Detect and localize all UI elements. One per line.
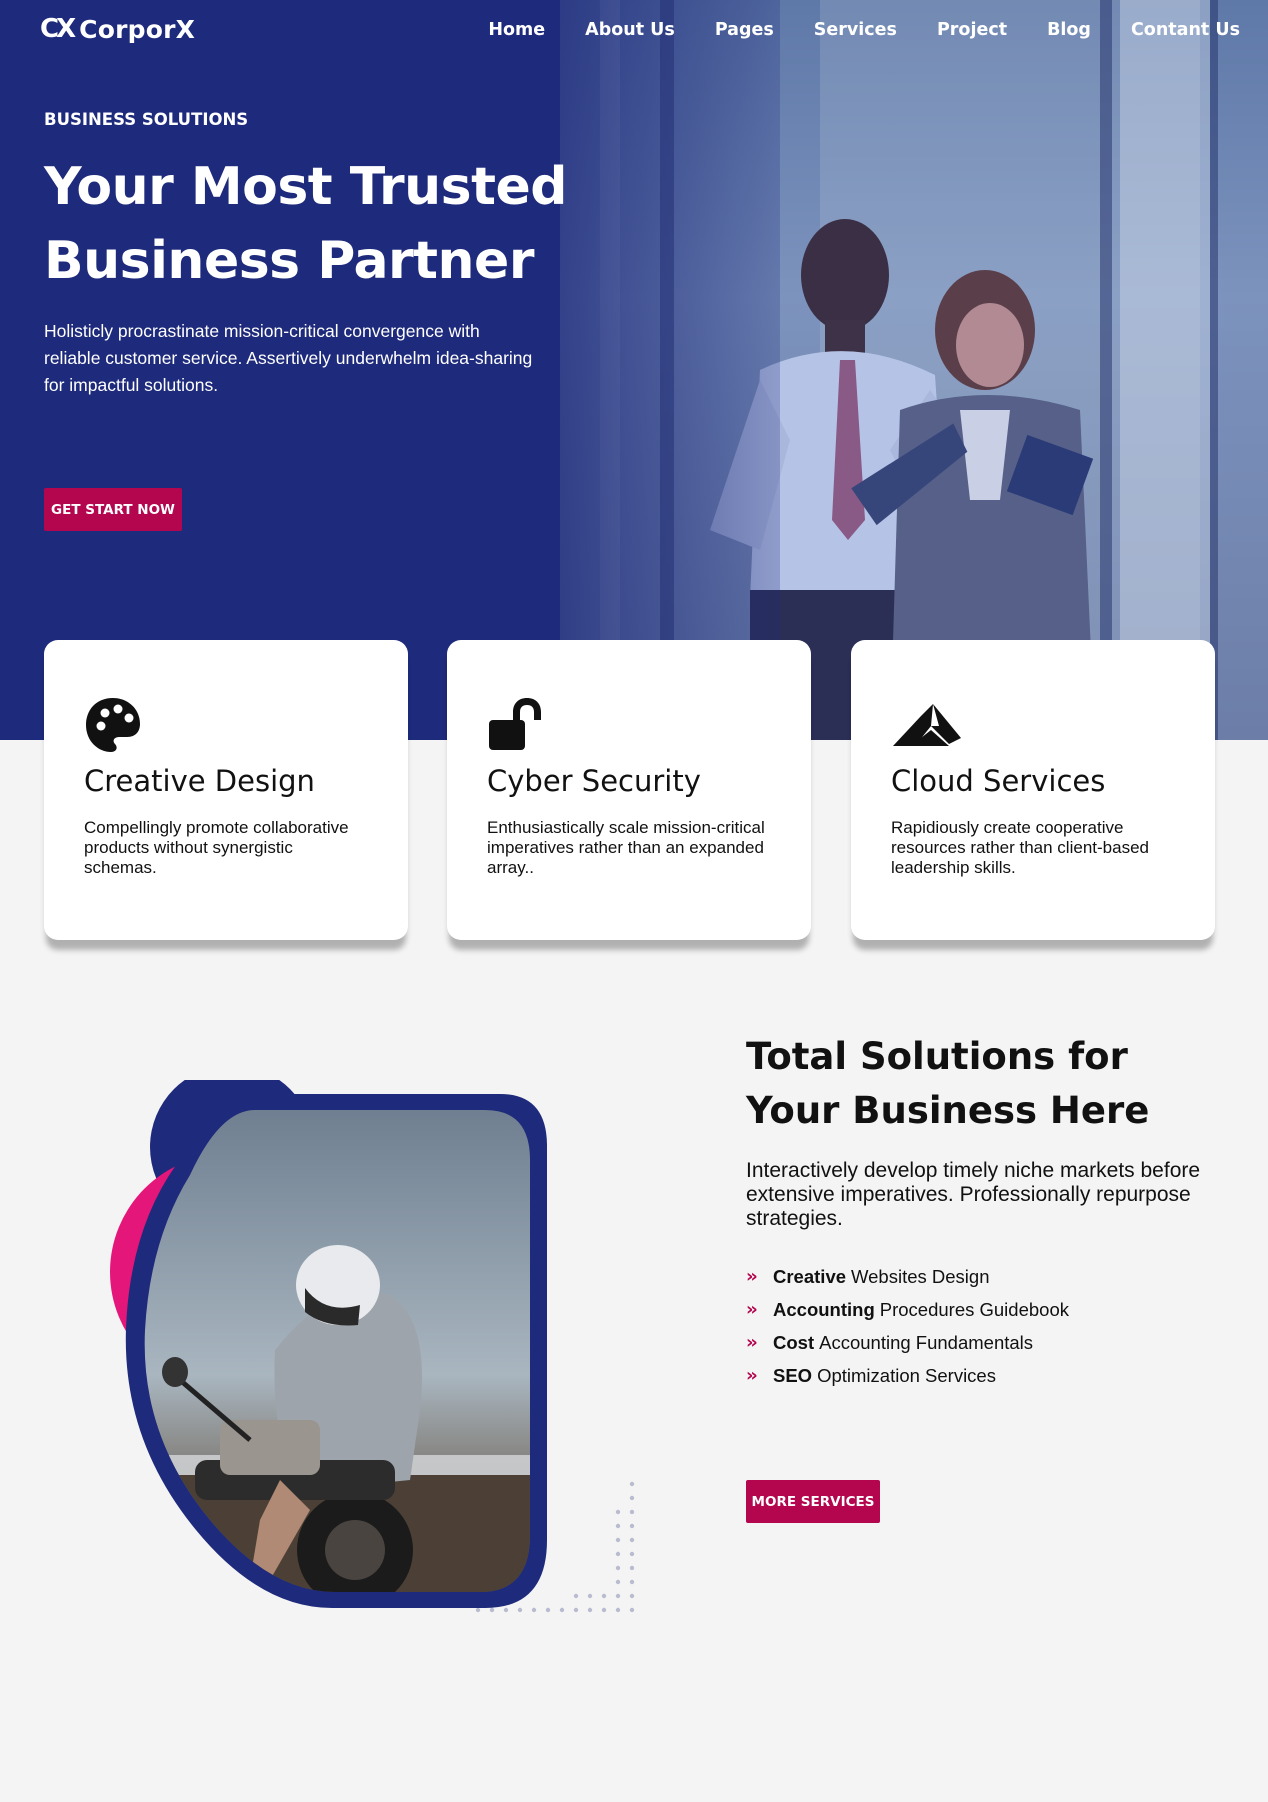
nav-pages[interactable]: Pages: [715, 20, 774, 40]
nav-contact-us[interactable]: Contant Us: [1131, 20, 1240, 40]
palette-icon: [86, 698, 140, 752]
nav-links: Home About Us Pages Services Project Blo…: [488, 20, 1240, 40]
logo-text: CorporX: [79, 14, 196, 44]
hero-title-line1: Your Most Trusted: [44, 157, 567, 217]
logo[interactable]: CX CorporX: [40, 14, 195, 44]
window-frame: [1210, 0, 1218, 740]
nav-services[interactable]: Services: [814, 20, 897, 40]
rider-image-composition: [110, 1065, 635, 1613]
list-item-bold: Creative: [773, 1265, 847, 1287]
about-title: Total Solutions for Your Business Here: [746, 1035, 1150, 1132]
double-chevron-right-icon: ››: [746, 1266, 758, 1287]
hero-description: Holisticly procrastinate mission-critica…: [44, 321, 533, 395]
list-item: ›› Accounting Procedures Guidebook: [746, 1293, 1069, 1326]
main-nav: CX CorporX Home About Us Pages Services …: [0, 0, 1268, 64]
hero-title: Your Most Trusted Business Partner: [44, 150, 604, 298]
about-image-blob: [100, 1065, 660, 1720]
nav-blog[interactable]: Blog: [1047, 20, 1091, 40]
logo-mark: CX: [40, 14, 76, 44]
hero-title-line2: Business Partner: [44, 231, 534, 291]
nav-project[interactable]: Project: [937, 20, 1007, 40]
feature-text: Compellingly promote collaborative produ…: [84, 818, 349, 877]
list-item-text: Procedures Guidebook: [879, 1298, 1069, 1320]
feature-text: Rapidiously create cooperative resources…: [891, 818, 1149, 877]
feature-title: Cloud Services: [891, 764, 1106, 798]
list-item-bold: SEO: [773, 1364, 813, 1386]
feature-title: Creative Design: [84, 764, 315, 798]
double-chevron-right-icon: ››: [746, 1365, 758, 1386]
feature-card-creative-design: Creative Design Compellingly promote col…: [44, 640, 408, 940]
nav-home[interactable]: Home: [488, 20, 545, 40]
unlock-icon: [489, 698, 541, 750]
list-item-text: Optimization Services: [817, 1364, 996, 1386]
list-item: ›› SEO Optimization Services: [746, 1359, 1069, 1392]
list-item-text: Websites Design: [851, 1265, 990, 1287]
list-item-text: Accounting Fundamentals: [819, 1331, 1034, 1353]
about-description: Interactively develop timely niche marke…: [746, 1159, 1201, 1230]
list-item-bold: Accounting: [773, 1298, 875, 1320]
cloud-mountain-icon: [893, 704, 961, 746]
hero-eyebrow: BUSINESS SOLUTIONS: [44, 110, 249, 129]
list-item-bold: Cost: [773, 1331, 815, 1353]
double-chevron-right-icon: ››: [746, 1332, 758, 1353]
rider-photo: [144, 1110, 531, 1592]
list-item: ›› Creative Websites Design: [746, 1260, 1069, 1293]
feature-text: Enthusiastically scale mission-critical …: [487, 818, 765, 877]
feature-card-cloud-services: Cloud Services Rapidiously create cooper…: [851, 640, 1215, 940]
more-services-button[interactable]: MORE SERVICES: [746, 1480, 880, 1523]
nav-about-us[interactable]: About Us: [585, 20, 675, 40]
list-item: ›› Cost Accounting Fundamentals: [746, 1326, 1069, 1359]
feature-title: Cyber Security: [487, 764, 701, 798]
get-start-now-button[interactable]: GET START NOW: [44, 488, 182, 531]
services-checklist: ›› Creative Websites Design ›› Accountin…: [746, 1260, 1069, 1392]
hero-section: CX CorporX Home About Us Pages Services …: [0, 0, 1268, 740]
double-chevron-right-icon: ››: [746, 1299, 758, 1320]
feature-card-cyber-security: Cyber Security Enthusiastically scale mi…: [447, 640, 811, 940]
